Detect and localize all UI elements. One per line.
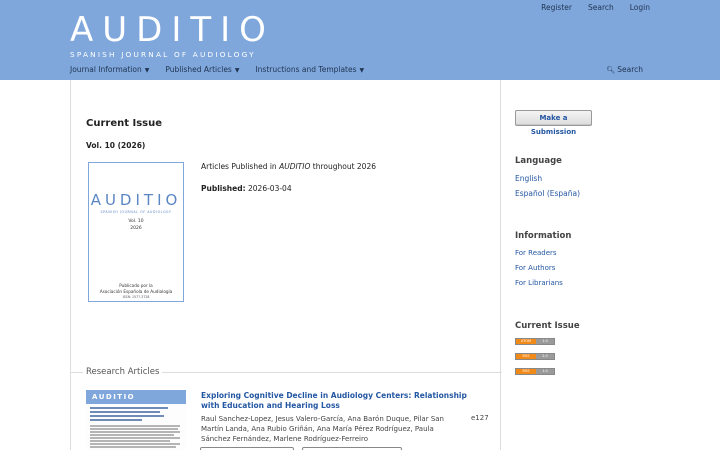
thumb-logo: AUDITIO xyxy=(92,393,136,401)
cover-logo: AUDITIO xyxy=(90,191,182,209)
language-english-link[interactable]: English xyxy=(515,174,542,183)
description-suffix: throughout 2026 xyxy=(310,162,376,171)
caret-down-icon: ▼ xyxy=(359,67,365,74)
thumb-title-line xyxy=(90,411,160,413)
thumb-title-line xyxy=(90,407,168,409)
caret-down-icon: ▼ xyxy=(234,67,240,74)
cover-subtitle: SPANISH JOURNAL OF AUDIOLOGY xyxy=(100,210,172,214)
language-spanish-link[interactable]: Español (España) xyxy=(515,189,580,198)
description-prefix: Articles Published in xyxy=(201,162,280,171)
published-label: Published: xyxy=(201,184,246,193)
thumb-text-line xyxy=(90,443,180,445)
nav-journal-information[interactable]: Journal Information ▼ xyxy=(70,65,149,74)
nav-published-articles[interactable]: Published Articles ▼ xyxy=(165,65,239,74)
thumb-text-line xyxy=(90,440,170,442)
description-journal: AUDITIO xyxy=(279,162,311,171)
for-authors-link[interactable]: For Authors xyxy=(515,264,555,272)
article-title-link[interactable]: Exploring Cognitive Decline in Audiology… xyxy=(201,391,481,411)
feed-version: 2.0 xyxy=(536,354,554,359)
cover-volume: Vol. 10 xyxy=(128,219,144,224)
for-librarians-link[interactable]: For Librarians xyxy=(515,279,563,287)
information-title: Information xyxy=(515,231,572,241)
issue-description: Articles Published in AUDITIO throughout… xyxy=(201,162,376,171)
thumb-text-line xyxy=(90,428,178,430)
header-search-button[interactable]: 🔍︎ Search xyxy=(606,65,643,74)
article-authors: Raul Sanchez-Lopez, Jesus Valero-García,… xyxy=(201,415,444,443)
section-divider xyxy=(71,372,83,373)
article-thumbnail[interactable]: AUDITIO xyxy=(86,390,186,450)
user-nav: Register Search Login xyxy=(541,3,650,12)
current-issue-title: Current Issue xyxy=(515,321,580,331)
make-submission-button[interactable]: Make a Submission xyxy=(515,110,592,136)
nav-label: Instructions and Templates xyxy=(255,65,357,74)
article-pages: e127 xyxy=(471,414,489,422)
thumb-sheet xyxy=(86,404,186,450)
cover-year: 2026 xyxy=(130,226,142,231)
feed-format: RSS xyxy=(516,354,536,359)
rss1-feed-badge[interactable]: RSS 1.0 xyxy=(515,368,555,375)
page-title: Current Issue xyxy=(86,118,163,129)
issue-published: Published: 2026-03-04 xyxy=(201,184,292,193)
language-title: Language xyxy=(515,156,562,166)
thumb-text-line xyxy=(90,437,180,439)
logo-subtitle: SPANISH JOURNAL OF AUDIOLOGY xyxy=(70,50,256,59)
atom-feed-badge[interactable]: ATOM 1.0 xyxy=(515,338,555,345)
primary-nav: Journal Information ▼ Published Articles ▼… xyxy=(70,65,364,74)
site-header: Register Search Login AUDITIO SPANISH JO… xyxy=(0,0,720,80)
thumb-text-line xyxy=(90,425,180,427)
thumb-text-line xyxy=(90,431,180,433)
nav-label: Published Articles xyxy=(165,65,232,74)
feed-version: 1.0 xyxy=(536,339,554,344)
thumb-text-line xyxy=(90,446,176,448)
thumb-title-line xyxy=(90,419,142,421)
cover-publisher-name: Asociación Española de Audiología xyxy=(99,289,173,294)
for-readers-link[interactable]: For Readers xyxy=(515,249,557,257)
issue-cover[interactable]: AUDITIO SPANISH JOURNAL OF AUDIOLOGY Vol… xyxy=(88,162,184,302)
feed-format: RSS xyxy=(516,369,536,374)
header-search-label: Search xyxy=(617,65,643,74)
nav-instructions-templates[interactable]: Instructions and Templates ▼ xyxy=(255,65,364,74)
search-icon: 🔍︎ xyxy=(606,66,616,74)
search-link[interactable]: Search xyxy=(588,3,614,12)
thumb-title-line xyxy=(90,415,164,417)
cover-issn: ISSN: 1577-3728 xyxy=(122,295,150,299)
published-date: 2026-03-04 xyxy=(248,184,292,193)
caret-down-icon: ▼ xyxy=(144,67,150,74)
section-title: Research Articles xyxy=(83,367,163,377)
register-link[interactable]: Register xyxy=(541,3,572,12)
feed-version: 1.0 xyxy=(536,369,554,374)
site-logo[interactable]: AUDITIO SPANISH JOURNAL OF AUDIOLOGY xyxy=(70,12,275,59)
thumb-text-line xyxy=(90,434,174,436)
feed-format: ATOM xyxy=(516,339,536,344)
logo-text: AUDITIO xyxy=(70,10,275,50)
cover-publisher: Publicado por la xyxy=(119,283,153,288)
login-link[interactable]: Login xyxy=(630,3,650,12)
issue-identification: Vol. 10 (2026) xyxy=(86,141,146,150)
main-content: Current Issue Vol. 10 (2026) AUDITIO SPA… xyxy=(70,80,502,450)
rss2-feed-badge[interactable]: RSS 2.0 xyxy=(515,353,555,360)
nav-label: Journal Information xyxy=(70,65,142,74)
